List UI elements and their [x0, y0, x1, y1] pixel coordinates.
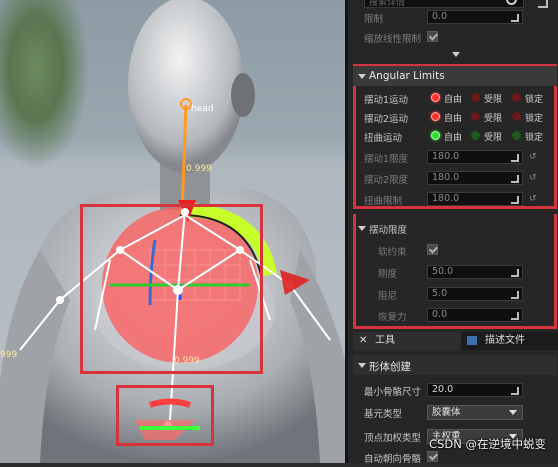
body-creation-header[interactable]: 形体创建: [353, 355, 557, 375]
reset-icon[interactable]: ↺: [529, 152, 537, 162]
twist-limited-radio[interactable]: [471, 131, 480, 140]
min-bone-size-row: 最小骨骼尺寸 20.0: [348, 380, 558, 400]
reset-icon[interactable]: ↺: [529, 173, 537, 183]
watermark: CSDN @在逆境中蜕变: [429, 437, 546, 451]
highlight-box-sphere: [80, 204, 263, 374]
swing2-limit-field[interactable]: 180.0: [427, 171, 523, 185]
bone-label-head: head: [191, 104, 214, 114]
mannequin-ear: [231, 73, 255, 117]
twist-limit-field[interactable]: 180.0: [427, 192, 523, 206]
angular-limits-header[interactable]: Angular Limits: [353, 66, 557, 86]
highlight-box-pelvis: [116, 385, 214, 446]
mannequin-head: [128, 0, 244, 173]
swing2-limit-row: 摆动2限度 180.0 ↺: [364, 171, 537, 186]
primitive-type-row: 基元类型 胶囊体: [348, 402, 558, 422]
swing1-limited-radio[interactable]: [471, 93, 480, 102]
reset-icon[interactable]: ↺: [529, 194, 537, 204]
twist-motion-row: 扭曲运动 自由 受限 锁定: [364, 131, 544, 144]
restitution-row: 恢复力 0.0: [348, 305, 558, 325]
limit-row: 限制 0.0: [348, 7, 558, 27]
chevron-down-icon: [509, 410, 517, 415]
twist-free-radio[interactable]: [431, 131, 440, 140]
damping-field[interactable]: 5.0: [427, 287, 523, 301]
weight-label-left: 999: [0, 350, 18, 360]
swing2-locked-radio[interactable]: [512, 112, 521, 121]
swing2-motion-row: 摆动2运动 自由 受限 锁定: [364, 112, 544, 125]
swing1-free-radio[interactable]: [431, 93, 440, 102]
collapse-icon: [358, 74, 366, 79]
swing1-limit-row: 摆动1限度 180.0 ↺: [364, 150, 537, 165]
swing2-free-radio[interactable]: [431, 112, 440, 121]
twist-locked-radio[interactable]: [512, 131, 521, 140]
tab-tools[interactable]: ✕ 工具: [353, 332, 461, 350]
scale-linear-limit-checkbox[interactable]: [427, 31, 438, 42]
limit-field[interactable]: 0.0: [427, 10, 523, 24]
tab-profile[interactable]: 描述文件: [463, 332, 558, 350]
3d-viewport[interactable]: head 0.999 0.999 999: [0, 0, 345, 463]
swing1-limit-field[interactable]: 180.0: [427, 150, 523, 164]
min-bone-size-field[interactable]: 20.0: [427, 383, 523, 397]
swing-limit-header[interactable]: 摆动限度: [348, 218, 558, 238]
auto-orient-checkbox[interactable]: [427, 451, 438, 462]
details-panel: 搜索详情 限制 0.0 缩放线性限制 Angular Limits 摆动1运动 …: [345, 0, 558, 465]
primitive-type-dropdown[interactable]: 胶囊体: [427, 405, 523, 420]
twist-limit-row: 扭曲限制 180.0 ↺: [364, 192, 537, 207]
damping-row: 阻尼 5.0: [348, 284, 558, 304]
restitution-field[interactable]: 0.0: [427, 308, 523, 322]
stiffness-row: 刚度 50.0: [348, 262, 558, 282]
swing1-locked-radio[interactable]: [512, 93, 521, 102]
soft-constraint-checkbox[interactable]: [427, 244, 438, 255]
wrench-icon: ✕: [359, 335, 368, 346]
stiffness-field[interactable]: 50.0: [427, 265, 523, 279]
swing2-limited-radio[interactable]: [471, 112, 480, 121]
bottom-tabs: ✕ 工具 描述文件: [353, 332, 558, 350]
profile-icon: [467, 336, 477, 345]
expand-arrow-icon[interactable]: [452, 52, 460, 57]
collapse-icon: [358, 363, 366, 368]
soft-constraint-row: 软约束: [348, 240, 558, 260]
scale-linear-limit-row: 缩放线性限制: [348, 27, 558, 47]
collapse-icon: [358, 226, 366, 231]
search-icon: [506, 0, 517, 5]
weight-label-top: 0.999: [186, 164, 212, 174]
swing1-motion-row: 摆动1运动 自由 受限 锁定: [364, 93, 544, 106]
